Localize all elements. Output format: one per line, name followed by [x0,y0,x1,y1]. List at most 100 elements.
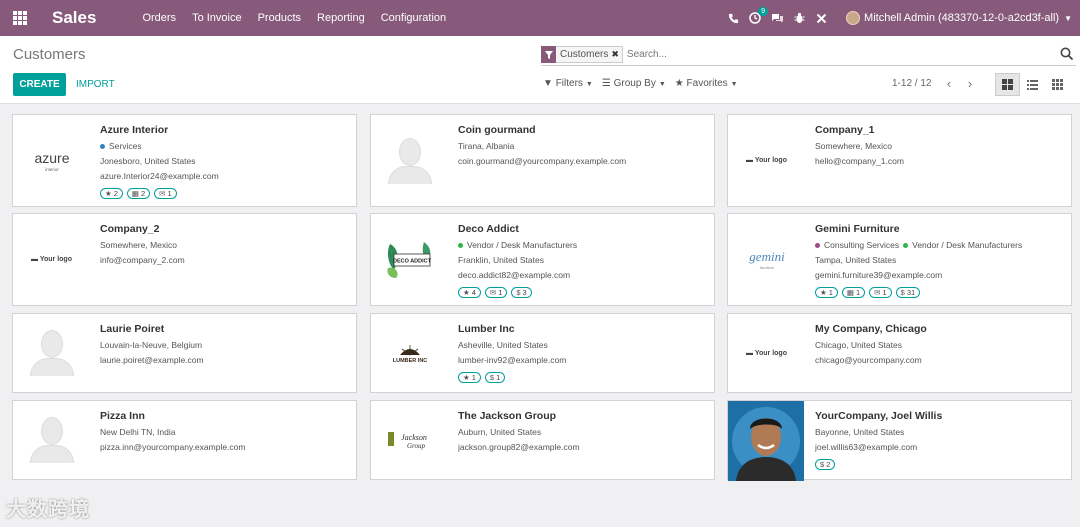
list-view-icon[interactable] [1020,73,1045,96]
customer-name[interactable]: Lumber Inc [458,323,708,335]
stat-badge[interactable]: $31 [895,287,921,298]
card-body: Company_1 Somewhere, Mexico hello@company_… [815,124,1065,169]
svg-text:LUMBER INC: LUMBER INC [392,358,427,364]
card-image: gemini furniture [728,214,805,305]
pager-value[interactable]: 1-12 / 12 [892,78,931,89]
main-menu: Orders To Invoice Products Reporting Con… [134,0,454,36]
stat-badge[interactable]: ✉ 1 [154,188,177,199]
stat-badge[interactable]: $2 [815,459,836,470]
customer-email: joel.willis63@example.com [815,442,918,452]
facet-remove-icon[interactable]: ✖ [611,49,622,60]
activity-clock-icon[interactable]: 9 [744,0,769,36]
user-menu[interactable]: Mitchell Admin (483370-12-0-a2cd3f-all) … [846,11,1072,25]
customer-name[interactable]: Azure Interior [100,124,350,136]
stat-badge[interactable]: ✉ 1 [484,287,508,298]
badge-count: 1 [496,372,501,382]
stat-badge[interactable]: ▦ 1 [841,287,866,298]
kanban-card[interactable]: Coin gourmand Tirana, Albania coin.gourman… [370,114,715,207]
card-body: Laurie Poiret Louvain-la-Neuve, Belgium la… [100,323,350,368]
company-logo: ▬ Your logo [746,157,787,164]
kanban-card[interactable]: ▬ Your logo Company_1 Somewhere, Mexico hel… [727,114,1072,207]
kanban-card[interactable]: YourCompany, Joel Willis Bayonne, United … [727,400,1072,481]
customer-name[interactable]: Deco Addict [458,223,708,235]
kanban-card[interactable]: LUMBER INC Lumber Inc Asheville, United St… [370,313,715,393]
kanban-view-icon[interactable] [995,73,1020,96]
card-image: Jackson Group [371,401,448,479]
customer-name[interactable]: Company_2 [100,223,350,235]
badge-count: 1 [882,287,887,297]
menu-item-reporting[interactable]: Reporting [309,0,373,36]
apps-menu-icon[interactable] [0,0,40,36]
app-brand[interactable]: Sales [52,8,96,28]
customer-name[interactable]: Laurie Poiret [100,323,350,335]
bug-icon[interactable] [788,0,810,36]
kanban-card[interactable]: DECO ADDICT Deco Addict Vendor / Desk Manu… [370,213,715,306]
stat-badge[interactable]: $3 [511,287,532,298]
menu-item-products[interactable]: Products [250,0,309,36]
card-body: Azure Interior Services Jonesboro, United … [100,124,350,199]
caret-down-icon: ▼ [730,81,738,88]
avatar-placeholder [387,137,433,184]
kanban-card[interactable]: Laurie Poiret Louvain-la-Neuve, Belgium la… [12,313,357,393]
customer-name[interactable]: YourCompany, Joel Willis [815,410,1065,422]
pager-next-icon[interactable]: › [960,74,980,94]
groupby-dropdown[interactable]: ☰ Group By ▼ [602,78,666,89]
list-icon: ☰ [601,78,614,89]
kanban-card[interactable]: ▬ Your logo Company_2 Somewhere, Mexico inf… [12,213,357,306]
stat-badge[interactable]: ✉ 1 [869,287,892,298]
stat-badge[interactable]: ▦ 2 [126,188,151,199]
phone-icon[interactable] [722,0,744,36]
card-image [371,115,448,206]
stat-badge[interactable]: ★ 2 [100,188,123,199]
card-badges: ★ 2 ▦ 2 ✉ 1 [100,188,350,199]
kanban-card[interactable]: gemini furniture Gemini Furniture Consultin… [727,213,1072,306]
customer-name[interactable]: My Company, Chicago [815,323,1065,335]
customer-email: hello@company_1.com [815,156,904,166]
favorites-dropdown[interactable]: ★ Favorites ▼ [675,78,738,89]
caret-down-icon: ▼ [585,81,593,88]
search-input[interactable] [626,49,987,60]
kanban-card[interactable]: Pizza Inn New Delhi TN, India pizza.inn@yo… [12,400,357,480]
stat-badge[interactable]: ★ 1 [458,372,481,383]
customer-name[interactable]: The Jackson Group [458,410,708,422]
stat-badge[interactable]: $1 [484,372,506,383]
favorites-label: Favorites [686,78,728,89]
search-options: ▼ Filters ▼ ☰ Group By ▼ ★ Favorites ▼ [543,78,738,89]
filters-dropdown[interactable]: ▼ Filters ▼ [543,78,593,89]
kanban-card[interactable]: azure interior Azure Interior Services Jones… [12,114,357,207]
stat-badge[interactable]: ★ 4 [458,287,481,298]
customer-name[interactable]: Pizza Inn [100,410,350,422]
customer-email: chicago@yourcompany.com [815,355,922,365]
kanban-card[interactable]: ▬ Your logo My Company, Chicago Chicago, U… [727,313,1072,393]
search-icon[interactable] [1060,47,1074,61]
card-body: Deco Addict Vendor / Desk Manufacturers Fr… [458,223,708,298]
card-body: Lumber Inc Asheville, United States lumber… [458,323,708,383]
menu-item-configuration[interactable]: Configuration [373,0,454,36]
svg-text:furniture: furniture [759,265,774,270]
card-body: My Company, Chicago Chicago, United State… [815,323,1065,368]
badge-icon: $ [516,287,521,297]
create-button[interactable]: CREATE [13,73,66,96]
filter-icon [541,46,556,63]
pager-previous-icon[interactable]: ‹ [939,74,959,94]
card-image: ▬ Your logo [13,214,90,305]
customer-name[interactable]: Company_1 [815,124,1065,136]
svg-text:Jackson: Jackson [401,433,427,442]
card-body: Company_2 Somewhere, Mexico info@company_2… [100,223,350,268]
menu-item-orders[interactable]: Orders [134,0,184,36]
badge-icon: ▦ [131,188,139,198]
badge-icon: ★ [105,188,112,198]
customer-name[interactable]: Gemini Furniture [815,223,1065,235]
kanban-card[interactable]: Jackson Group The Jackson Group Auburn, Uni… [370,400,715,480]
customer-tag: Vendor / Desk Manufacturers [912,240,1023,250]
stat-badge[interactable]: ★ 1 [815,287,838,298]
company-logo: azureinterior [34,150,69,172]
grid-view-icon[interactable] [1045,73,1070,96]
import-button[interactable]: IMPORT [76,73,115,96]
search-facet[interactable]: Customers ✖ [541,46,623,63]
customer-name[interactable]: Coin gourmand [458,124,708,136]
tools-icon[interactable] [810,0,832,36]
menu-item-to-invoice[interactable]: To Invoice [184,0,250,36]
customer-location: Franklin, United States [458,255,544,265]
chat-icon[interactable] [766,0,788,36]
